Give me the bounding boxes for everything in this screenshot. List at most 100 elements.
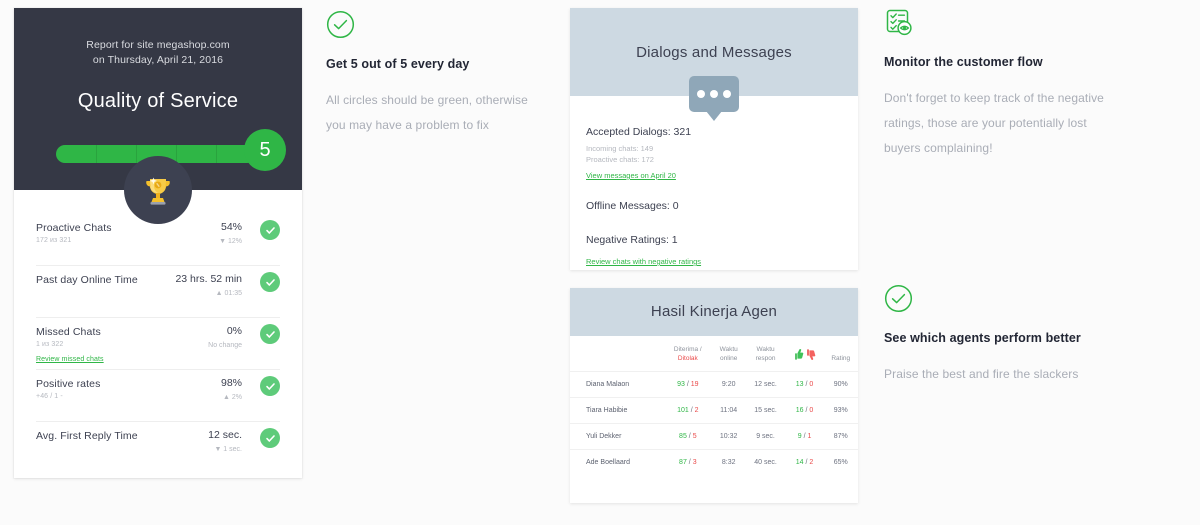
online-time: 10:32 [712, 424, 746, 450]
incoming-chats-count: Incoming chats: 149 [586, 143, 858, 154]
tip-body: Don't forget to keep track of the negati… [884, 86, 1109, 161]
table-header-row: Diterima / Ditolak Waktu online Waktu re… [570, 340, 858, 372]
tip-body: All circles should be green, otherwise y… [326, 88, 541, 138]
metric-value: 54% [221, 221, 242, 233]
check-circle-icon [326, 10, 541, 42]
agents-card-title: Hasil Kinerja Agen [570, 288, 858, 320]
metric-name: Positive rates [36, 378, 280, 390]
check-icon [265, 329, 276, 340]
col-thumbs [786, 340, 824, 372]
metric-status-check [260, 272, 280, 292]
metric-sub: +46 / 1 - [36, 393, 280, 400]
table-row[interactable]: Tiara Habibie 101 / 2 11:04 15 sec. 16 /… [570, 398, 858, 424]
tip-monitor-customer-flow: Monitor the customer flow Don't forget t… [884, 8, 1109, 161]
check-icon [265, 433, 276, 444]
report-subtitle: Report for site megashop.com on Thursday… [14, 8, 302, 68]
thumbs-score: 9 / 1 [786, 424, 824, 450]
dialogs-card-header: Dialogs and Messages [570, 8, 858, 96]
agent-name: Diana Malaon [570, 372, 664, 398]
tip-title: Get 5 out of 5 every day [326, 56, 541, 72]
quality-of-service-card: Report for site megashop.com on Thursday… [14, 8, 302, 478]
response-time: 40 sec. [745, 450, 785, 476]
thumbs-score: 14 / 2 [786, 450, 824, 476]
report-date-line: on Thursday, April 21, 2016 [14, 53, 302, 68]
agents-card-header: Hasil Kinerja Agen [570, 288, 858, 336]
agent-name: Tiara Habibie [570, 398, 664, 424]
review-missed-chats-link[interactable]: Review missed chats [36, 356, 104, 363]
page-title: Quality of Service [14, 90, 302, 113]
agent-name: Yuli Dekker [570, 424, 664, 450]
trophy-icon [139, 171, 177, 209]
agents-table-body: Diana Malaon 93 / 19 9:20 12 sec. 13 / 0… [570, 372, 858, 476]
review-negative-ratings-link[interactable]: Review chats with negative ratings [586, 257, 701, 266]
accepted-rejected: 101 / 2 [664, 398, 712, 424]
dialogs-card-body: Accepted Dialogs: 321 Incoming chats: 14… [570, 96, 858, 269]
check-icon [265, 225, 276, 236]
response-time: 12 sec. [745, 372, 785, 398]
metric-delta: ▼ 1 sec. [214, 446, 242, 453]
online-time: 8:32 [712, 450, 746, 476]
proactive-chats-count: Proactive chats: 172 [586, 154, 858, 165]
offline-messages-count: Offline Messages: 0 [586, 200, 858, 212]
metric-status-check [260, 220, 280, 240]
col-response-time: Waktu respon [745, 340, 785, 372]
report-header: Report for site megashop.com on Thursday… [14, 8, 302, 190]
metric-value: 98% [221, 377, 242, 389]
metric-value: 0% [227, 325, 242, 337]
response-time: 9 sec. [745, 424, 785, 450]
online-time: 11:04 [712, 398, 746, 424]
accepted-dialogs-count: Accepted Dialogs: 321 [586, 126, 858, 138]
tip-body: Praise the best and fire the slackers [884, 362, 1099, 387]
online-time: 9:20 [712, 372, 746, 398]
negative-ratings-count: Negative Ratings: 1 [586, 234, 858, 246]
agent-rating: 93% [823, 398, 858, 424]
tip-title: See which agents perform better [884, 330, 1099, 346]
metric-delta: ▼ 12% [219, 238, 242, 245]
col-agent-name [570, 340, 664, 372]
agents-table-head: Diterima / Ditolak Waktu online Waktu re… [570, 340, 858, 372]
speech-bubble-icon [689, 76, 739, 112]
metric-name: Avg. First Reply Time [36, 430, 280, 442]
metric-row: Past day Online Time 23 hrs. 52 min ▲ 01… [36, 266, 280, 318]
metric-name: Past day Online Time [36, 274, 280, 286]
metric-row: Missed Chats 1 из 322 Review missed chat… [36, 318, 280, 370]
thumbs-score: 13 / 0 [786, 372, 824, 398]
accepted-rejected: 87 / 3 [664, 450, 712, 476]
check-icon [265, 277, 276, 288]
metric-value: 12 sec. [208, 429, 242, 441]
thumbs-up-icon [794, 349, 803, 360]
col-online-time: Waktu online [712, 340, 746, 372]
metric-status-check [260, 376, 280, 396]
gauge-score-value: 5 [244, 129, 286, 171]
report-site-line: Report for site megashop.com [14, 38, 302, 53]
metrics-list: Proactive Chats 172 из 321 54% ▼ 12% Pas… [14, 190, 302, 473]
metric-delta: ▲ 2% [223, 394, 242, 401]
agent-name: Ade Boellaard [570, 450, 664, 476]
tip-title: Monitor the customer flow [884, 54, 1109, 70]
metric-value: 23 hrs. 52 min [175, 273, 242, 285]
metric-delta: No change [208, 342, 242, 349]
report-page: Report for site megashop.com on Thursday… [0, 0, 1200, 525]
response-time: 15 sec. [745, 398, 785, 424]
col-accepted-rejected: Diterima / Ditolak [664, 340, 712, 372]
metric-sub: 1 из 322 [36, 341, 280, 348]
view-messages-link[interactable]: View messages on April 20 [586, 171, 676, 180]
table-row[interactable]: Yuli Dekker 85 / 5 10:32 9 sec. 9 / 1 87… [570, 424, 858, 450]
tip-get-5-out-of-5: Get 5 out of 5 every day All circles sho… [326, 10, 541, 138]
metric-row: Proactive Chats 172 из 321 54% ▼ 12% [36, 214, 280, 266]
accepted-rejected: 85 / 5 [664, 424, 712, 450]
dialogs-card-title: Dialogs and Messages [570, 8, 858, 61]
agent-rating: 90% [823, 372, 858, 398]
accepted-rejected: 93 / 19 [664, 372, 712, 398]
metric-status-check [260, 428, 280, 448]
checklist-eye-icon [884, 8, 1109, 40]
agents-table: Diterima / Ditolak Waktu online Waktu re… [570, 340, 858, 475]
thumbs-down-icon [806, 349, 815, 360]
table-row[interactable]: Ade Boellaard 87 / 3 8:32 40 sec. 14 / 2… [570, 450, 858, 476]
tip-agents-perform-better: See which agents perform better Praise t… [884, 284, 1099, 387]
agent-rating: 65% [823, 450, 858, 476]
agent-rating: 87% [823, 424, 858, 450]
metric-status-check [260, 324, 280, 344]
table-row[interactable]: Diana Malaon 93 / 19 9:20 12 sec. 13 / 0… [570, 372, 858, 398]
metric-name: Missed Chats [36, 326, 280, 338]
